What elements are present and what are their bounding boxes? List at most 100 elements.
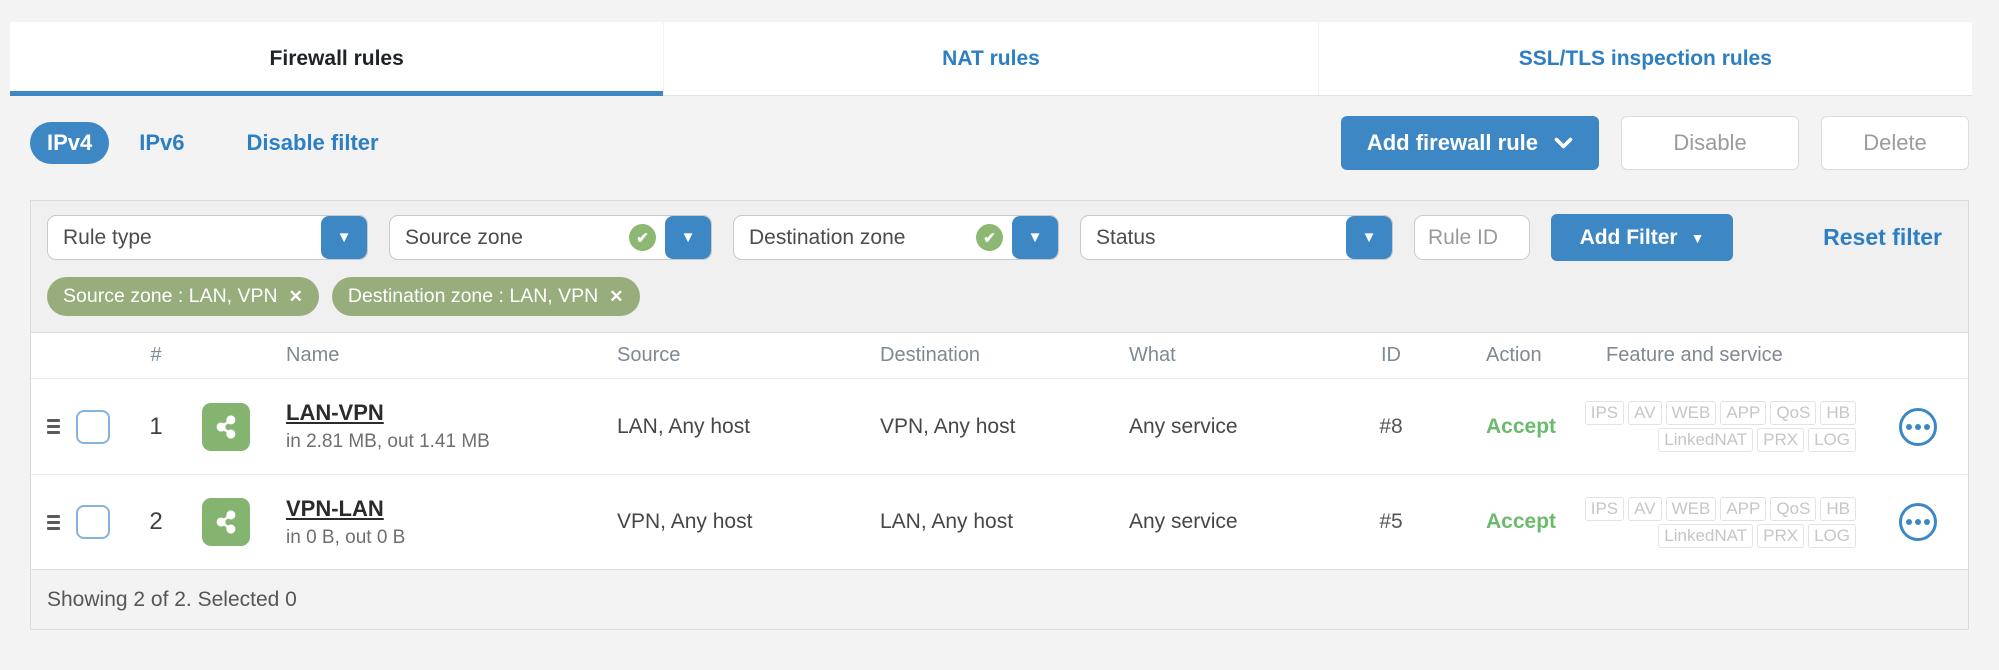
active-tab-underline bbox=[10, 91, 664, 96]
feature-badge: WEB bbox=[1665, 496, 1717, 521]
rule-source: VPN, Any host bbox=[617, 510, 753, 533]
feature-badge: LOG bbox=[1808, 523, 1856, 548]
rule-id-input[interactable] bbox=[1414, 215, 1530, 260]
header-destination: Destination bbox=[880, 344, 981, 366]
filter-chip-label: Destination zone : LAN, VPN bbox=[347, 285, 599, 307]
header-index: # bbox=[150, 344, 162, 366]
destination-zone-dropdown-label: Destination zone bbox=[749, 225, 906, 249]
rule-action: Accept bbox=[1486, 510, 1557, 533]
network-rule-icon bbox=[202, 498, 250, 546]
dropdown-arrow-icon[interactable]: ▼ bbox=[1012, 216, 1058, 259]
drag-handle[interactable] bbox=[47, 419, 60, 434]
filter-row: Rule type ▼ Source zone ✔ ▼ Destination … bbox=[31, 201, 1968, 270]
add-firewall-rule-label: Add firewall rule bbox=[1366, 130, 1538, 155]
toolbar-actions: Add firewall rule Disable Delete bbox=[1340, 116, 1969, 170]
status-dropdown-label: Status bbox=[1096, 225, 1156, 249]
rule-action: Accept bbox=[1486, 414, 1557, 438]
rule-position: 2 bbox=[149, 508, 163, 535]
feature-badge: LinkedNAT bbox=[1658, 523, 1754, 548]
tab-nat-rules[interactable]: NAT rules bbox=[663, 22, 1317, 95]
rule-traffic: in 0 B, out 0 B bbox=[286, 526, 406, 548]
row-more-menu-button[interactable] bbox=[1899, 503, 1937, 541]
add-filter-button[interactable]: Add Filter ▼ bbox=[1551, 214, 1733, 261]
chevron-down-icon bbox=[1554, 137, 1573, 148]
filter-chip-label: Source zone : LAN, VPN bbox=[63, 285, 278, 307]
ipv4-toggle[interactable]: IPv4 bbox=[30, 122, 110, 164]
table-row: 2 VPN-LAN in 0 B, out 0 B VPN, Any host … bbox=[31, 474, 1968, 569]
status-dropdown[interactable]: Status ▼ bbox=[1080, 215, 1393, 260]
feature-badge: APP bbox=[1720, 496, 1767, 521]
destination-zone-dropdown[interactable]: Destination zone ✔ ▼ bbox=[733, 215, 1059, 260]
table-header-row: # Name Source Destination What ID Action… bbox=[31, 333, 1968, 379]
delete-button[interactable]: Delete bbox=[1821, 116, 1969, 170]
row-checkbox[interactable] bbox=[76, 409, 110, 444]
rule-destination: VPN, Any host bbox=[880, 414, 1016, 438]
feature-badge: HB bbox=[1820, 401, 1856, 425]
feature-badge: IPS bbox=[1584, 401, 1625, 425]
table-footer: Showing 2 of 2. Selected 0 bbox=[31, 569, 1968, 629]
rule-id: #5 bbox=[1379, 510, 1403, 533]
rule-name-link[interactable]: VPN-LAN bbox=[286, 496, 384, 522]
feature-badge: PRX bbox=[1757, 428, 1805, 452]
triangle-down-icon: ▼ bbox=[1690, 229, 1705, 246]
add-firewall-rule-button[interactable]: Add firewall rule bbox=[1340, 116, 1599, 170]
rule-source: LAN, Any host bbox=[617, 414, 751, 438]
feature-badge: LinkedNAT bbox=[1658, 428, 1754, 452]
source-zone-dropdown[interactable]: Source zone ✔ ▼ bbox=[389, 215, 712, 260]
rule-traffic: in 2.81 MB, out 1.41 MB bbox=[286, 431, 490, 452]
feature-badge: LOG bbox=[1808, 428, 1856, 452]
dropdown-arrow-icon[interactable]: ▼ bbox=[321, 216, 367, 259]
feature-badge: QoS bbox=[1770, 496, 1817, 521]
feature-badge: AV bbox=[1628, 496, 1662, 521]
rule-type-dropdown[interactable]: Rule type ▼ bbox=[47, 215, 368, 260]
tab-firewall-rules[interactable]: Firewall rules bbox=[10, 22, 664, 96]
header-id: ID bbox=[1381, 344, 1401, 366]
check-circle-icon: ✔ bbox=[976, 224, 1003, 251]
rule-what: Any service bbox=[1129, 510, 1238, 533]
rule-name-cell: VPN-LAN in 0 B, out 0 B bbox=[266, 496, 617, 549]
rule-position: 1 bbox=[149, 412, 163, 440]
firewall-rules-panel: Rule type ▼ Source zone ✔ ▼ Destination … bbox=[30, 200, 1969, 630]
rule-id: #8 bbox=[1379, 414, 1403, 438]
header-what: What bbox=[1129, 344, 1176, 366]
feature-badge: QoS bbox=[1770, 401, 1817, 425]
remove-chip-icon[interactable]: ✕ bbox=[609, 287, 623, 307]
toolbar: IPv4 IPv6 Disable filter Add firewall ru… bbox=[30, 112, 1969, 174]
tab-label: Firewall rules bbox=[269, 46, 404, 70]
feature-badge: IPS bbox=[1584, 496, 1625, 521]
reset-filter-link[interactable]: Reset filter bbox=[1823, 224, 1942, 251]
feature-badge: AV bbox=[1628, 401, 1662, 425]
active-filter-chips: Source zone : LAN, VPN ✕ Destination zon… bbox=[31, 270, 1968, 332]
rule-type-dropdown-label: Rule type bbox=[63, 225, 152, 249]
feature-badge: PRX bbox=[1757, 523, 1805, 548]
rules-table: # Name Source Destination What ID Action… bbox=[31, 332, 1968, 629]
header-action: Action bbox=[1486, 344, 1542, 366]
feature-badge: APP bbox=[1720, 401, 1767, 425]
add-filter-label: Add Filter bbox=[1579, 225, 1678, 249]
feature-badges: IPS AV WEB APP QoS HB LinkedNAT PRX LOG bbox=[1561, 496, 1868, 548]
rule-name-cell: LAN-VPN in 2.81 MB, out 1.41 MB bbox=[266, 400, 617, 453]
rule-destination: LAN, Any host bbox=[880, 510, 1014, 533]
disable-filter-link[interactable]: Disable filter bbox=[247, 130, 379, 156]
row-more-menu-button[interactable] bbox=[1899, 407, 1937, 446]
remove-chip-icon[interactable]: ✕ bbox=[289, 287, 303, 307]
check-circle-icon: ✔ bbox=[629, 224, 656, 251]
dropdown-arrow-icon[interactable]: ▼ bbox=[665, 216, 711, 259]
filter-chip-source-zone[interactable]: Source zone : LAN, VPN ✕ bbox=[47, 277, 319, 316]
dropdown-arrow-icon[interactable]: ▼ bbox=[1346, 216, 1392, 259]
ipv6-toggle[interactable]: IPv6 bbox=[139, 130, 184, 156]
rule-name-link[interactable]: LAN-VPN bbox=[286, 400, 384, 426]
header-name: Name bbox=[286, 344, 340, 366]
feature-badges: IPS AV WEB APP QoS HB LinkedNAT PRX LOG bbox=[1561, 401, 1868, 452]
feature-badge: WEB bbox=[1665, 401, 1717, 425]
filter-chip-destination-zone[interactable]: Destination zone : LAN, VPN ✕ bbox=[331, 277, 640, 316]
tab-ssl-tls-inspection-rules[interactable]: SSL/TLS inspection rules bbox=[1317, 22, 1972, 95]
table-row: 1 LAN-VPN in 2.81 MB, out 1.41 MB LAN, A… bbox=[31, 379, 1968, 474]
drag-handle[interactable] bbox=[47, 514, 60, 530]
feature-badge: HB bbox=[1820, 496, 1856, 521]
row-checkbox[interactable] bbox=[76, 505, 110, 539]
source-zone-dropdown-label: Source zone bbox=[405, 225, 523, 249]
header-source: Source bbox=[617, 344, 681, 366]
disable-button[interactable]: Disable bbox=[1621, 116, 1799, 170]
tab-label: SSL/TLS inspection rules bbox=[1518, 46, 1772, 70]
